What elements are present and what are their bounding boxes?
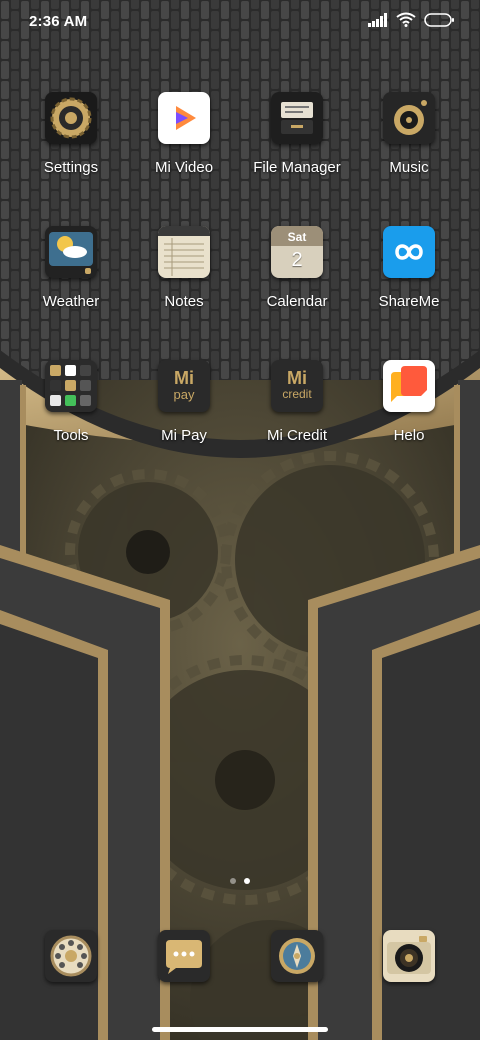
dock-messaging[interactable] bbox=[129, 930, 239, 982]
signal-icon bbox=[368, 12, 387, 27]
app-label: Settings bbox=[43, 159, 99, 176]
status-bar: 2:36 AM bbox=[0, 0, 480, 44]
folder-grid-icon bbox=[45, 360, 97, 412]
notepad-icon bbox=[158, 226, 210, 278]
app-mi-pay[interactable]: Mi pay Mi Pay bbox=[129, 360, 239, 444]
app-music[interactable]: Music bbox=[354, 92, 464, 176]
chat-bubbles-icon bbox=[383, 360, 435, 412]
page-indicator bbox=[0, 878, 480, 884]
mi-pay-logo-top: Mi bbox=[174, 368, 194, 388]
app-tools-folder[interactable]: Tools bbox=[16, 360, 126, 444]
app-label: Helo bbox=[393, 427, 425, 444]
app-label: Mi Credit bbox=[266, 427, 327, 444]
app-grid: Settings Mi Video File Manager Music Wea… bbox=[0, 0, 480, 460]
camera-lens-icon bbox=[383, 930, 435, 982]
page-dot-2[interactable] bbox=[244, 878, 250, 884]
battery-icon bbox=[424, 12, 454, 27]
dock-browser[interactable] bbox=[242, 930, 352, 982]
app-label: Notes bbox=[164, 293, 204, 310]
settings-gear-icon bbox=[45, 92, 97, 144]
status-icons bbox=[368, 12, 454, 27]
mi-pay-logo-bottom: pay bbox=[173, 387, 195, 402]
app-mi-credit[interactable]: Mi credit Mi Credit bbox=[242, 360, 352, 444]
app-label: Mi Pay bbox=[161, 427, 207, 444]
app-shareme[interactable]: ShareMe bbox=[354, 226, 464, 310]
mi-credit-logo-top: Mi bbox=[287, 368, 307, 388]
app-mi-video[interactable]: Mi Video bbox=[129, 92, 239, 176]
calendar-weekday: Sat bbox=[271, 226, 323, 246]
mi-credit-logo-bottom: credit bbox=[282, 387, 312, 401]
speaker-icon bbox=[383, 92, 435, 144]
app-label: Music bbox=[389, 159, 429, 176]
app-label: ShareMe bbox=[378, 293, 440, 310]
play-icon bbox=[158, 92, 210, 144]
message-bubble-icon bbox=[158, 930, 210, 982]
app-settings[interactable]: Settings bbox=[16, 92, 126, 176]
app-helo[interactable]: Helo bbox=[354, 360, 464, 444]
app-file-manager[interactable]: File Manager bbox=[242, 92, 352, 176]
app-weather[interactable]: Weather bbox=[16, 226, 126, 310]
app-label: Calendar bbox=[266, 293, 328, 310]
mi-credit-icon: Mi credit bbox=[271, 360, 323, 412]
app-label: Weather bbox=[42, 293, 100, 310]
dock-phone[interactable] bbox=[16, 930, 126, 982]
page-dot-1[interactable] bbox=[230, 878, 236, 884]
rotary-phone-icon bbox=[45, 930, 97, 982]
calendar-icon: Sat 2 bbox=[271, 226, 323, 278]
browser-compass-icon bbox=[271, 930, 323, 982]
app-label: Mi Video bbox=[154, 159, 214, 176]
app-calendar[interactable]: Sat 2 Calendar bbox=[242, 226, 352, 310]
app-label: Tools bbox=[53, 427, 89, 444]
weather-tv-icon bbox=[45, 226, 97, 278]
app-notes[interactable]: Notes bbox=[129, 226, 239, 310]
app-label: File Manager bbox=[253, 159, 341, 176]
calendar-day: 2 bbox=[291, 249, 303, 271]
dock bbox=[0, 930, 480, 982]
dock-camera[interactable] bbox=[354, 930, 464, 982]
file-cabinet-icon bbox=[271, 92, 323, 144]
home-indicator[interactable] bbox=[152, 1027, 328, 1032]
mi-pay-icon: Mi pay bbox=[158, 360, 210, 412]
status-time: 2:36 AM bbox=[29, 13, 88, 30]
wifi-icon bbox=[396, 12, 416, 27]
infinity-share-icon bbox=[383, 226, 435, 278]
